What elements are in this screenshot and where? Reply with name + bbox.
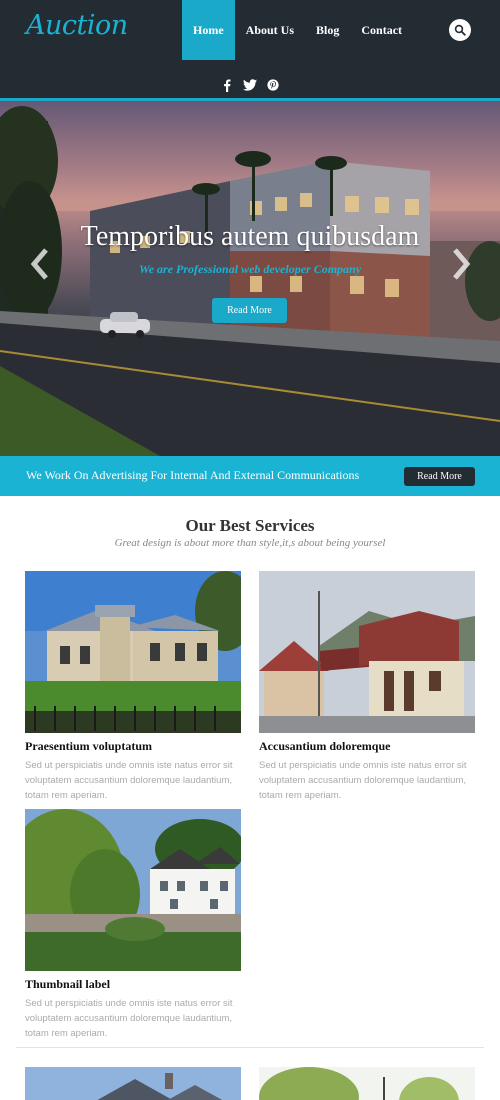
services-subtitle: Great design is about more than style,it… xyxy=(114,537,386,549)
service-card: Praesentium voluptatum Sed ut perspiciat… xyxy=(25,571,241,803)
prev-slide-button[interactable] xyxy=(28,246,52,282)
service-card-text: Sed ut perspiciatis unde omnis iste natu… xyxy=(259,760,467,801)
search-button[interactable] xyxy=(449,19,471,41)
site-header: Auction Home About Us Blog Contact xyxy=(0,0,500,101)
service-card-title[interactable]: Accusantium doloremque xyxy=(259,739,475,754)
service-card-image[interactable] xyxy=(25,571,241,733)
pinterest-icon[interactable] xyxy=(266,78,280,92)
service-card-image[interactable] xyxy=(259,1067,475,1100)
hero-read-more-button[interactable]: Read More xyxy=(212,298,287,323)
service-card: Thumbnail label Sed ut perspiciatis unde… xyxy=(25,809,241,1041)
hero-title: Temporibus autem quibusdam xyxy=(80,221,420,252)
service-card-image[interactable] xyxy=(25,809,241,971)
service-card-title[interactable]: Thumbnail label xyxy=(25,977,241,992)
hero-slider: Temporibus autem quibusdam We are Profes… xyxy=(0,101,500,456)
service-card-title[interactable]: Praesentium voluptatum xyxy=(25,739,241,754)
hero-subtitle: We are Professional web developer Compan… xyxy=(138,262,362,276)
section-divider xyxy=(16,1047,484,1048)
chevron-left-icon xyxy=(30,248,48,280)
banner-read-more-button[interactable]: Read More xyxy=(404,467,475,486)
service-card-image[interactable] xyxy=(259,571,475,733)
chevron-right-icon xyxy=(453,248,471,280)
service-card-text: Sed ut perspiciatis unde omnis iste natu… xyxy=(25,760,233,801)
banner-text: We Work On Advertising For Internal And … xyxy=(26,468,360,482)
main-nav: Home About Us Blog Contact xyxy=(182,0,413,60)
service-card: Accusantium doloremque Sed ut perspiciat… xyxy=(259,571,475,803)
nav-about-us[interactable]: About Us xyxy=(235,0,305,60)
facebook-icon[interactable] xyxy=(220,78,234,92)
social-links xyxy=(0,78,500,92)
service-card-image[interactable] xyxy=(25,1067,241,1100)
twitter-icon[interactable] xyxy=(243,78,257,92)
nav-home[interactable]: Home xyxy=(182,0,235,60)
site-logo[interactable]: Auction xyxy=(26,10,128,41)
service-card-text: Sed ut perspiciatis unde omnis iste natu… xyxy=(25,998,233,1039)
nav-contact[interactable]: Contact xyxy=(350,0,413,60)
hero-background-image xyxy=(0,101,500,456)
search-icon xyxy=(454,24,466,36)
next-slide-button[interactable] xyxy=(449,246,473,282)
nav-blog[interactable]: Blog xyxy=(305,0,350,60)
services-title: Our Best Services xyxy=(185,516,315,535)
